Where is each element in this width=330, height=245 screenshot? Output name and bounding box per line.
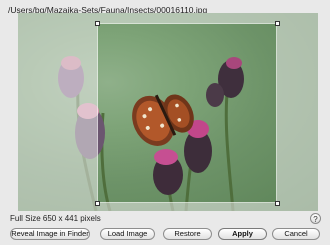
apply-button[interactable]: Apply	[218, 228, 267, 240]
image-size-label: Full Size 650 x 441 pixels	[10, 214, 101, 223]
crop-handle-bottom-right[interactable]	[275, 201, 280, 206]
help-button[interactable]: ?	[310, 213, 321, 224]
crop-dim-left	[18, 13, 97, 211]
restore-button[interactable]: Restore	[163, 228, 212, 240]
crop-dim-top	[97, 13, 277, 23]
crop-handle-top-right[interactable]	[275, 21, 280, 26]
reveal-in-finder-button[interactable]: Reveal Image in Finder	[10, 228, 90, 240]
load-image-button[interactable]: Load Image	[100, 228, 155, 240]
crop-handle-top-left[interactable]	[95, 21, 100, 26]
image-viewer[interactable]	[18, 13, 318, 211]
crop-dim-right	[277, 13, 318, 211]
crop-handle-bottom-left[interactable]	[95, 201, 100, 206]
crop-selection[interactable]	[97, 23, 277, 203]
crop-dim-bottom	[97, 203, 277, 211]
cancel-button[interactable]: Cancel	[272, 228, 320, 240]
